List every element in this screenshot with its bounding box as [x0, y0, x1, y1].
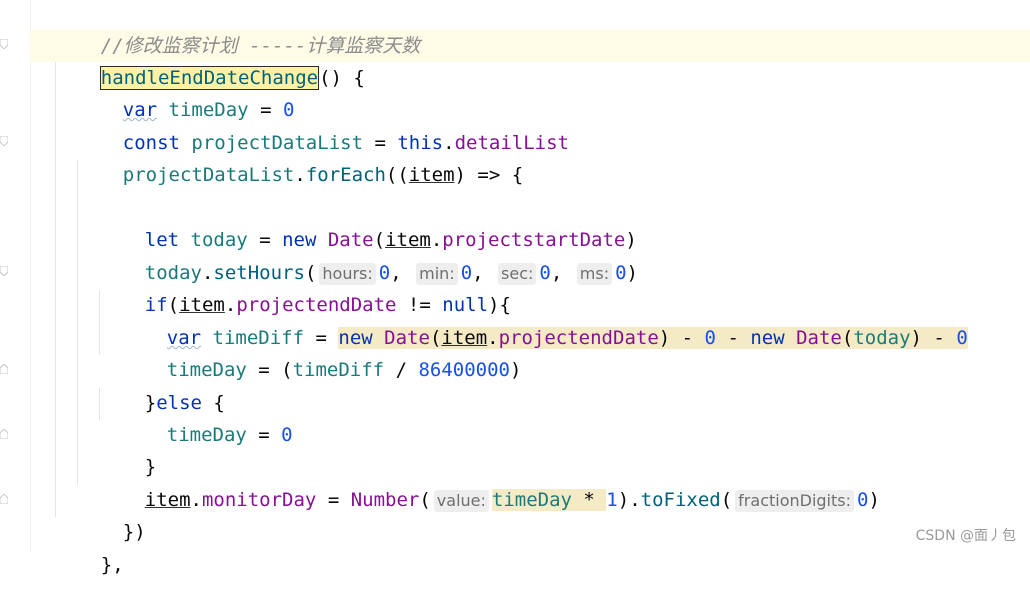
param-hint-fractiondigits: fractionDigits: — [735, 489, 854, 512]
code-line: projectDataList.forEach((item) => { — [77, 127, 523, 186]
paren: ( — [720, 489, 733, 511]
variable-timeday: timeDay — [491, 489, 572, 511]
closing-brace: }) — [122, 521, 146, 543]
function-number[interactable]: Number — [351, 489, 420, 511]
class-date: Date — [796, 327, 842, 349]
code-line: timeDay = (timeDiff / 86400000) — [121, 322, 522, 381]
code-editor[interactable]: //修改监察计划 -----计算监察天数 handleEndDateChange… — [0, 0, 1030, 576]
param-item[interactable]: item — [409, 164, 455, 186]
operator: = — [316, 489, 351, 511]
param-hint-ms: ms: — [576, 262, 613, 285]
operator: - — [670, 327, 705, 349]
operator: * — [571, 489, 607, 511]
property-monitorday[interactable]: monitorDay — [202, 489, 316, 511]
operator: - — [716, 327, 751, 349]
number: 0 — [539, 262, 551, 284]
code-line: }, — [55, 517, 124, 576]
code-line: if(item.projectendDate != null){ — [99, 257, 511, 316]
code-line: item.monitorDay = Number(value: timeDay *… — [99, 452, 880, 512]
paren: ) — [626, 262, 638, 284]
number: 86400000 — [418, 359, 510, 381]
code-line: }else { — [99, 355, 225, 414]
number: 1 — [606, 489, 618, 511]
paren: ) — [509, 359, 522, 381]
operator: = ( — [246, 359, 293, 381]
operator: / — [384, 359, 419, 381]
highlighted-expression[interactable]: timeDay * — [491, 489, 607, 511]
method-tofixed[interactable]: toFixed — [641, 489, 721, 511]
code-line: let today = new Date(item.projectstartDa… — [99, 192, 637, 251]
number: 0 — [857, 489, 869, 511]
comma: , — [550, 262, 563, 284]
code-line: var timeDay = 0 — [77, 62, 295, 121]
code-line-function: handleEndDateChange() { — [55, 30, 365, 90]
paren: ) — [658, 327, 671, 349]
closing-brace: }, — [100, 554, 124, 576]
method-foreach[interactable]: forEach — [306, 164, 386, 186]
code-line: const projectDataList = this.detailList — [77, 95, 569, 154]
paren: ). — [617, 489, 641, 511]
function-signature: () { — [319, 67, 365, 89]
paren: (( — [385, 164, 409, 186]
operator: = — [246, 424, 282, 446]
paren: ( — [419, 489, 431, 511]
code-line: }) — [77, 484, 146, 543]
code-line: var timeDiff = new Date(item.projectendD… — [121, 290, 968, 349]
paren: ) — [868, 489, 880, 511]
code-line-comment: //修改监察计划 -----计算监察天数 — [55, 0, 421, 57]
code-line: } — [99, 419, 156, 478]
variable-projectdatalist[interactable]: projectDataList — [123, 164, 295, 186]
code-line: today.setHours(hours: 0, min: 0, sec: 0, ms… — [99, 225, 638, 285]
number: 0 — [281, 424, 293, 446]
number: 0 — [956, 327, 968, 349]
code-line: timeDay = 0 — [121, 387, 293, 446]
param-item[interactable]: item — [145, 489, 191, 511]
operator: - — [921, 327, 957, 349]
variable-timediff[interactable]: timeDiff — [293, 359, 385, 381]
dot: . — [190, 489, 202, 511]
paren: ) — [910, 327, 922, 349]
variable-today: today — [853, 327, 911, 349]
number: 0 — [615, 262, 627, 284]
paren: ( — [841, 327, 854, 349]
param-hint-value: value: — [433, 489, 489, 512]
variable-timeday[interactable]: timeDay — [167, 424, 247, 446]
arrow: ) => { — [454, 164, 524, 186]
watermark: CSDN @面丿包 — [915, 528, 1016, 544]
number: 0 — [704, 327, 716, 349]
dot: . — [294, 164, 306, 186]
keyword-new: new — [750, 327, 785, 349]
property-projectenddate: projectendDate — [498, 327, 659, 349]
